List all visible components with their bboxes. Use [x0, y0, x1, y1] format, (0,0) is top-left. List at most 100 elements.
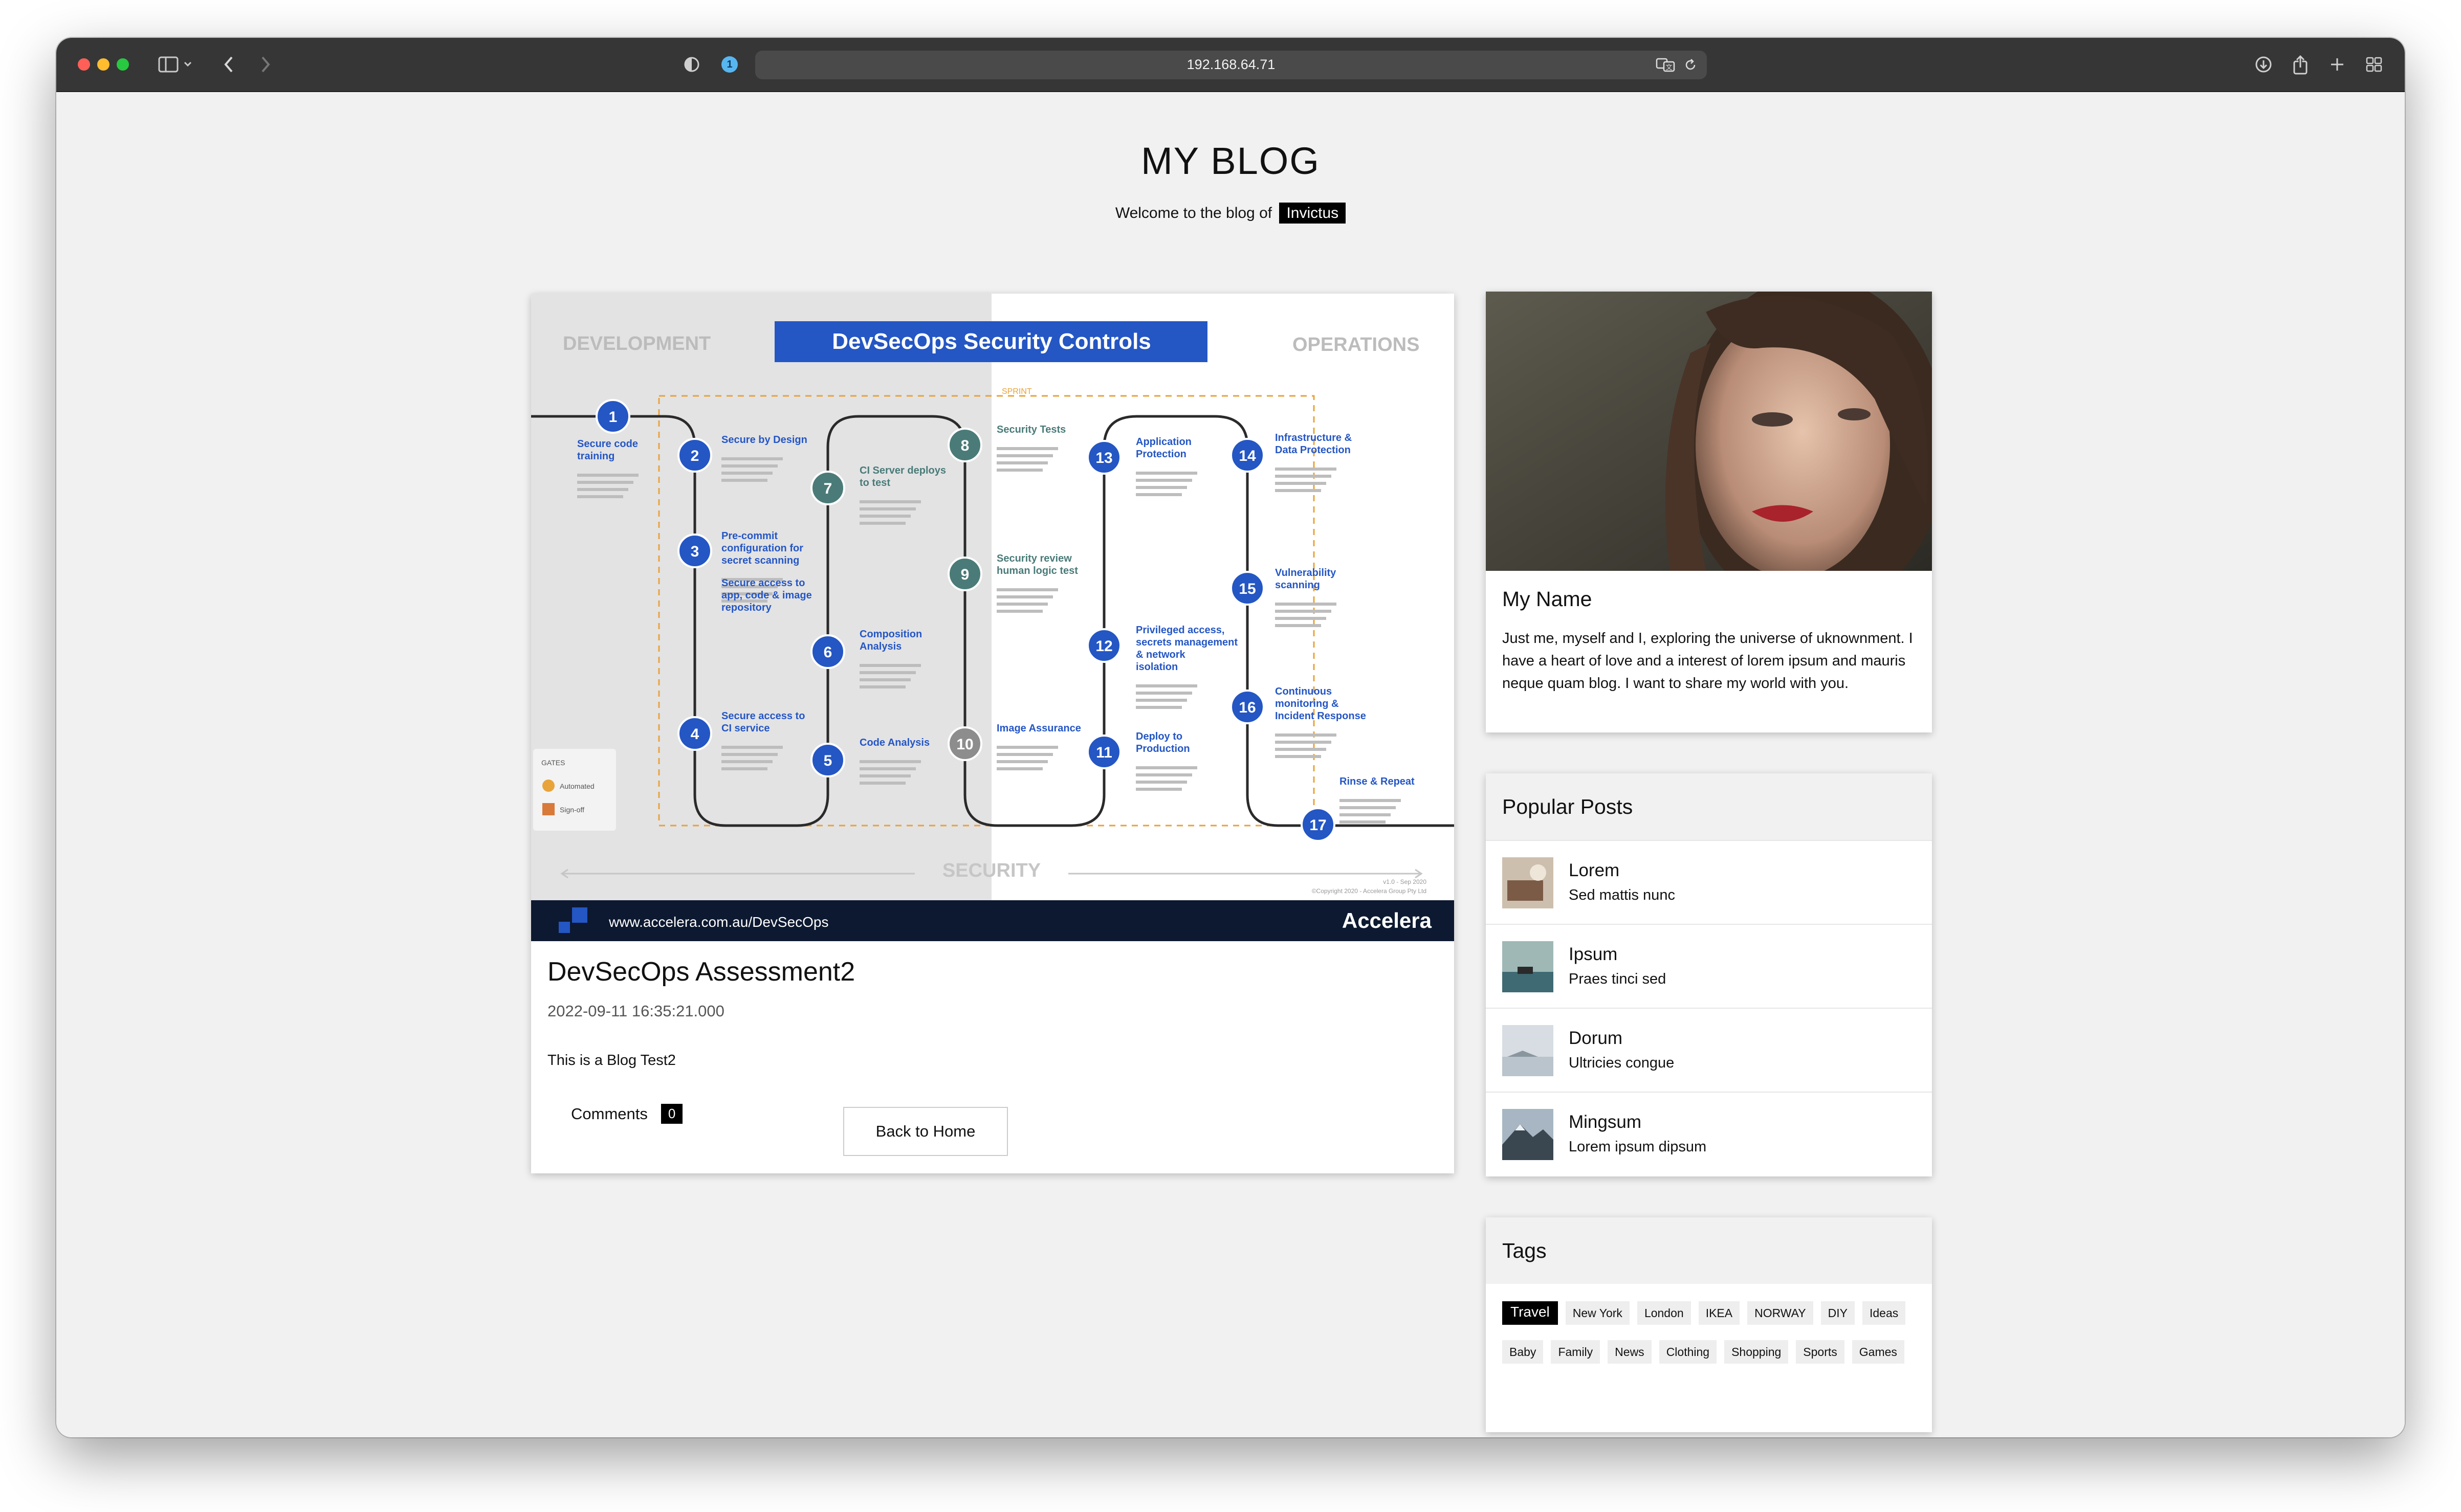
step-number: 16 [1239, 699, 1256, 716]
step-number: 5 [824, 752, 832, 769]
popular-post-thumbnail [1502, 941, 1553, 992]
popular-post-subtitle: Lorem ipsum dipsum [1569, 1139, 1707, 1155]
popular-post-title: Ipsum [1569, 944, 1618, 964]
tag-item[interactable]: DIY [1820, 1301, 1855, 1325]
popular-post-thumbnail [1502, 1025, 1553, 1076]
step-description-line [997, 595, 1053, 598]
post-title: DevSecOps Assessment2 [547, 957, 855, 987]
step-number: 10 [956, 736, 973, 753]
tag-item[interactable]: Travel [1502, 1301, 1558, 1325]
forward-button[interactable] [255, 51, 275, 78]
tags-card: Tags Travel New York London IKEA NORWAY … [1486, 1217, 1932, 1432]
tag-item[interactable]: London [1637, 1301, 1691, 1325]
step-description-line [1275, 603, 1336, 606]
tag-item[interactable]: Family [1551, 1340, 1600, 1364]
popular-post-title: Mingsum [1569, 1112, 1641, 1132]
step-label: Code Analysis [860, 737, 930, 748]
popular-posts-title: Popular Posts [1502, 795, 1633, 818]
plus-icon [2331, 58, 2343, 71]
step-description-line [577, 474, 639, 477]
tag-item[interactable]: News [1608, 1340, 1652, 1364]
step-description-line [860, 678, 911, 681]
translate-icon[interactable]: 文 [1656, 57, 1676, 73]
extension-button[interactable]: 1 [718, 51, 741, 78]
tag-item[interactable]: NORWAY [1747, 1301, 1813, 1325]
tag-item[interactable]: Baby [1502, 1340, 1544, 1364]
infographic-website: www.accelera.com.au/DevSecOps [608, 914, 829, 930]
tag-item[interactable]: Shopping [1724, 1340, 1789, 1364]
step-number: 11 [1096, 744, 1112, 761]
step-description-line [1339, 806, 1396, 809]
chevron-left-icon [224, 56, 233, 73]
step-label: Composition [860, 629, 922, 640]
step-label: configuration for [721, 543, 803, 554]
tag-item[interactable]: Games [1852, 1340, 1904, 1364]
step-label: to test [860, 477, 890, 488]
popular-posts-card: Popular Posts Lorem Sed mattis nunc Ipsu… [1486, 773, 1932, 1176]
step-description-line [1136, 781, 1187, 784]
step-description-line [860, 767, 916, 770]
popular-post-item[interactable]: Ipsum Praes tinci sed [1486, 924, 1932, 1008]
share-button[interactable] [2290, 51, 2311, 78]
tag-item[interactable]: IKEA [1698, 1301, 1740, 1325]
step-label: Vulnerability [1275, 567, 1336, 579]
step-description-line [997, 610, 1043, 613]
popular-posts-header: Popular Posts [1486, 773, 1932, 840]
step-label: human logic test [997, 565, 1078, 576]
step-description-line [860, 664, 921, 667]
step-description-line [997, 454, 1053, 457]
welcome-text: Welcome to the blog of [1115, 205, 1272, 221]
blog-owner-badge: Invictus [1279, 203, 1346, 224]
popular-post-item[interactable]: Mingsum Lorem ipsum dipsum [1486, 1092, 1932, 1175]
step-label: Incident Response [1275, 710, 1366, 722]
downloads-button[interactable] [2253, 51, 2274, 78]
tab-overview-button[interactable] [2364, 51, 2384, 78]
step-description-line [997, 603, 1048, 606]
tag-item[interactable]: Clothing [1659, 1340, 1717, 1364]
step-description-line [860, 774, 911, 777]
profile-name: My Name [1502, 587, 1592, 611]
reload-icon[interactable] [1683, 58, 1698, 72]
step-label: isolation [1136, 661, 1178, 673]
step-description-line [1275, 741, 1331, 744]
step-number: 7 [824, 480, 832, 497]
back-button[interactable] [219, 51, 239, 78]
step-description-line [1136, 699, 1187, 702]
step-number: 1 [609, 409, 618, 426]
post-body: This is a Blog Test2 [547, 1052, 676, 1069]
address-bar[interactable]: 192.168.64.71 文 [755, 51, 1707, 79]
privacy-shield-button[interactable] [680, 51, 703, 78]
step-label: & network [1136, 649, 1186, 660]
new-tab-button[interactable] [2328, 51, 2346, 78]
popular-post-item[interactable]: Dorum Ultricies congue [1486, 1008, 1932, 1092]
step-description-line [577, 481, 633, 484]
minimize-window-button[interactable] [97, 58, 109, 71]
tag-item[interactable]: Ideas [1862, 1301, 1906, 1325]
step-number: 13 [1095, 450, 1112, 466]
step-description-line [1339, 813, 1391, 816]
sidebar-toggle-button[interactable] [157, 51, 195, 78]
step-description-line [997, 746, 1058, 749]
close-window-button[interactable] [78, 58, 90, 71]
step-description-line [721, 479, 767, 482]
popular-post-subtitle: Praes tinci sed [1569, 971, 1666, 987]
zoom-window-button[interactable] [117, 58, 129, 71]
step-description-line [1275, 733, 1336, 737]
tag-item[interactable]: New York [1565, 1301, 1630, 1325]
step-label: secret scanning [721, 555, 799, 566]
infographic-copyright: ©Copyright 2020 - Accelera Group Pty Ltd [1312, 887, 1426, 895]
step-number: 8 [961, 437, 970, 454]
popular-post-title: Dorum [1569, 1028, 1623, 1048]
comments-indicator[interactable]: Comments 0 [571, 1104, 683, 1124]
step-description-line [1339, 820, 1386, 824]
step-label: Secure access to [721, 577, 805, 589]
tag-item[interactable]: Sports [1796, 1340, 1844, 1364]
back-to-home-button[interactable]: Back to Home [843, 1107, 1008, 1156]
step-label: Analysis [860, 641, 902, 652]
page-content: MY BLOG Welcome to the blog of Invictus … [56, 92, 2405, 1437]
gate-automated-label: Automated [560, 782, 595, 790]
step-description-line [1136, 788, 1182, 791]
sprint-label: SPRINT [1002, 387, 1032, 396]
popular-post-item[interactable]: Lorem Sed mattis nunc [1486, 840, 1932, 924]
step-description-line [1275, 489, 1321, 492]
